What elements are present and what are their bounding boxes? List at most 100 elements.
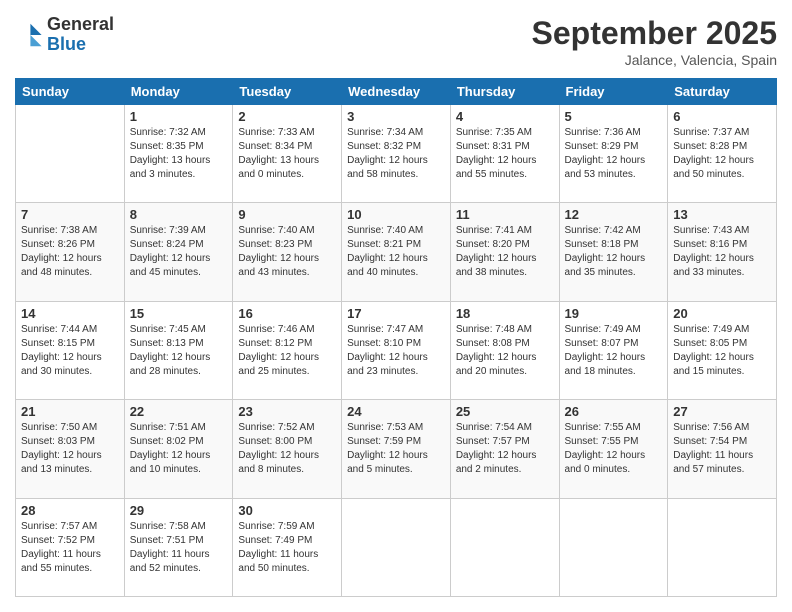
- day-info: Sunrise: 7:53 AM Sunset: 7:59 PM Dayligh…: [347, 421, 445, 477]
- calendar-cell: 17Sunrise: 7:47 AM Sunset: 8:10 PM Dayli…: [342, 301, 451, 399]
- day-info: Sunrise: 7:38 AM Sunset: 8:26 PM Dayligh…: [21, 224, 119, 280]
- day-number: 20: [673, 306, 771, 321]
- calendar-cell: 6Sunrise: 7:37 AM Sunset: 8:28 PM Daylig…: [668, 105, 777, 203]
- calendar-cell: 9 Sunrise: 7:40 AM Sunset: 8:23 PM Daylig…: [233, 203, 342, 301]
- day-info: Sunrise: 7:40 AM Sunset: 8:21 PM Dayligh…: [347, 224, 445, 280]
- day-number: 13: [673, 207, 771, 222]
- calendar-cell: [559, 498, 668, 596]
- header-thursday: Thursday: [450, 79, 559, 105]
- day-info: Sunrise: 7:43 AM Sunset: 8:16 PM Dayligh…: [673, 224, 771, 280]
- day-info: Sunrise: 7:32 AM Sunset: 8:35 PM Dayligh…: [130, 126, 228, 182]
- calendar-cell: [668, 498, 777, 596]
- day-number: 8: [130, 207, 228, 222]
- day-number: 2: [238, 109, 336, 124]
- calendar-cell: 30 Sunrise: 7:59 AM Sunset: 7:49 PM Dayli…: [233, 498, 342, 596]
- calendar-cell: 5Sunrise: 7:36 AM Sunset: 8:29 PM Daylig…: [559, 105, 668, 203]
- day-info: Sunrise: 7:45 AM Sunset: 8:13 PM Dayligh…: [130, 323, 228, 379]
- calendar-cell: 12 Sunrise: 7:42 AM Sunset: 8:18 PM Dayli…: [559, 203, 668, 301]
- calendar-cell: 10Sunrise: 7:40 AM Sunset: 8:21 PM Dayli…: [342, 203, 451, 301]
- day-number: 14: [21, 306, 119, 321]
- day-info: Sunrise: 7:59 AM Sunset: 7:49 PM Dayligh…: [238, 520, 336, 576]
- header-friday: Friday: [559, 79, 668, 105]
- day-number: 12: [565, 207, 663, 222]
- day-number: 9: [238, 207, 336, 222]
- day-info: Sunrise: 7:56 AM Sunset: 7:54 PM Dayligh…: [673, 421, 771, 477]
- header: General Blue September 2025 Jalance, Val…: [15, 15, 777, 68]
- location: Jalance, Valencia, Spain: [532, 52, 777, 68]
- day-info: Sunrise: 7:55 AM Sunset: 7:55 PM Dayligh…: [565, 421, 663, 477]
- day-number: 4: [456, 109, 554, 124]
- day-info: Sunrise: 7:40 AM Sunset: 8:23 PM Dayligh…: [238, 224, 336, 280]
- day-info: Sunrise: 7:44 AM Sunset: 8:15 PM Dayligh…: [21, 323, 119, 379]
- calendar-cell: 27Sunrise: 7:56 AM Sunset: 7:54 PM Dayli…: [668, 400, 777, 498]
- title-section: September 2025 Jalance, Valencia, Spain: [532, 15, 777, 68]
- logo-icon: [15, 21, 43, 49]
- header-tuesday: Tuesday: [233, 79, 342, 105]
- week-row-4: 21Sunrise: 7:50 AM Sunset: 8:03 PM Dayli…: [16, 400, 777, 498]
- calendar-cell: 2 Sunrise: 7:33 AM Sunset: 8:34 PM Daylig…: [233, 105, 342, 203]
- calendar-cell: 4 Sunrise: 7:35 AM Sunset: 8:31 PM Daylig…: [450, 105, 559, 203]
- day-number: 1: [130, 109, 228, 124]
- calendar-cell: 25 Sunrise: 7:54 AM Sunset: 7:57 PM Dayli…: [450, 400, 559, 498]
- calendar-cell: 16 Sunrise: 7:46 AM Sunset: 8:12 PM Dayli…: [233, 301, 342, 399]
- header-wednesday: Wednesday: [342, 79, 451, 105]
- day-info: Sunrise: 7:49 AM Sunset: 8:07 PM Dayligh…: [565, 323, 663, 379]
- calendar-cell: [450, 498, 559, 596]
- calendar-cell: 19 Sunrise: 7:49 AM Sunset: 8:07 PM Dayli…: [559, 301, 668, 399]
- day-info: Sunrise: 7:39 AM Sunset: 8:24 PM Dayligh…: [130, 224, 228, 280]
- day-number: 26: [565, 404, 663, 419]
- calendar-cell: 26 Sunrise: 7:55 AM Sunset: 7:55 PM Dayli…: [559, 400, 668, 498]
- calendar-cell: 29Sunrise: 7:58 AM Sunset: 7:51 PM Dayli…: [124, 498, 233, 596]
- month-title: September 2025: [532, 15, 777, 52]
- day-number: 18: [456, 306, 554, 321]
- day-number: 28: [21, 503, 119, 518]
- day-info: Sunrise: 7:47 AM Sunset: 8:10 PM Dayligh…: [347, 323, 445, 379]
- header-sunday: Sunday: [16, 79, 125, 105]
- day-info: Sunrise: 7:46 AM Sunset: 8:12 PM Dayligh…: [238, 323, 336, 379]
- calendar-cell: 21Sunrise: 7:50 AM Sunset: 8:03 PM Dayli…: [16, 400, 125, 498]
- calendar-cell: 20Sunrise: 7:49 AM Sunset: 8:05 PM Dayli…: [668, 301, 777, 399]
- day-number: 30: [238, 503, 336, 518]
- day-info: Sunrise: 7:33 AM Sunset: 8:34 PM Dayligh…: [238, 126, 336, 182]
- day-number: 23: [238, 404, 336, 419]
- calendar-cell: 13 Sunrise: 7:43 AM Sunset: 8:16 PM Dayli…: [668, 203, 777, 301]
- day-number: 7: [21, 207, 119, 222]
- week-row-3: 14 Sunrise: 7:44 AM Sunset: 8:15 PM Dayli…: [16, 301, 777, 399]
- day-info: Sunrise: 7:37 AM Sunset: 8:28 PM Dayligh…: [673, 126, 771, 182]
- day-number: 15: [130, 306, 228, 321]
- day-info: Sunrise: 7:42 AM Sunset: 8:18 PM Dayligh…: [565, 224, 663, 280]
- calendar-cell: 28 Sunrise: 7:57 AM Sunset: 7:52 PM Dayli…: [16, 498, 125, 596]
- calendar-cell: 23 Sunrise: 7:52 AM Sunset: 8:00 PM Dayli…: [233, 400, 342, 498]
- week-row-1: 1 Sunrise: 7:32 AM Sunset: 8:35 PM Daylig…: [16, 105, 777, 203]
- day-number: 22: [130, 404, 228, 419]
- calendar-cell: [342, 498, 451, 596]
- calendar-cell: 22 Sunrise: 7:51 AM Sunset: 8:02 PM Dayli…: [124, 400, 233, 498]
- week-row-2: 7 Sunrise: 7:38 AM Sunset: 8:26 PM Daylig…: [16, 203, 777, 301]
- calendar-header-row: Sunday Monday Tuesday Wednesday Thursday…: [16, 79, 777, 105]
- day-info: Sunrise: 7:41 AM Sunset: 8:20 PM Dayligh…: [456, 224, 554, 280]
- day-info: Sunrise: 7:35 AM Sunset: 8:31 PM Dayligh…: [456, 126, 554, 182]
- calendar-cell: 24 Sunrise: 7:53 AM Sunset: 7:59 PM Dayli…: [342, 400, 451, 498]
- calendar-cell: [16, 105, 125, 203]
- day-number: 29: [130, 503, 228, 518]
- day-info: Sunrise: 7:52 AM Sunset: 8:00 PM Dayligh…: [238, 421, 336, 477]
- day-number: 25: [456, 404, 554, 419]
- calendar-cell: 1 Sunrise: 7:32 AM Sunset: 8:35 PM Daylig…: [124, 105, 233, 203]
- day-number: 19: [565, 306, 663, 321]
- calendar-cell: 7 Sunrise: 7:38 AM Sunset: 8:26 PM Daylig…: [16, 203, 125, 301]
- day-info: Sunrise: 7:50 AM Sunset: 8:03 PM Dayligh…: [21, 421, 119, 477]
- header-monday: Monday: [124, 79, 233, 105]
- day-info: Sunrise: 7:51 AM Sunset: 8:02 PM Dayligh…: [130, 421, 228, 477]
- day-info: Sunrise: 7:57 AM Sunset: 7:52 PM Dayligh…: [21, 520, 119, 576]
- day-info: Sunrise: 7:48 AM Sunset: 8:08 PM Dayligh…: [456, 323, 554, 379]
- day-info: Sunrise: 7:54 AM Sunset: 7:57 PM Dayligh…: [456, 421, 554, 477]
- page: General Blue September 2025 Jalance, Val…: [0, 0, 792, 612]
- day-info: Sunrise: 7:36 AM Sunset: 8:29 PM Dayligh…: [565, 126, 663, 182]
- day-number: 24: [347, 404, 445, 419]
- day-number: 16: [238, 306, 336, 321]
- day-info: Sunrise: 7:34 AM Sunset: 8:32 PM Dayligh…: [347, 126, 445, 182]
- calendar-cell: 8 Sunrise: 7:39 AM Sunset: 8:24 PM Daylig…: [124, 203, 233, 301]
- calendar-table: Sunday Monday Tuesday Wednesday Thursday…: [15, 78, 777, 597]
- header-saturday: Saturday: [668, 79, 777, 105]
- day-number: 3: [347, 109, 445, 124]
